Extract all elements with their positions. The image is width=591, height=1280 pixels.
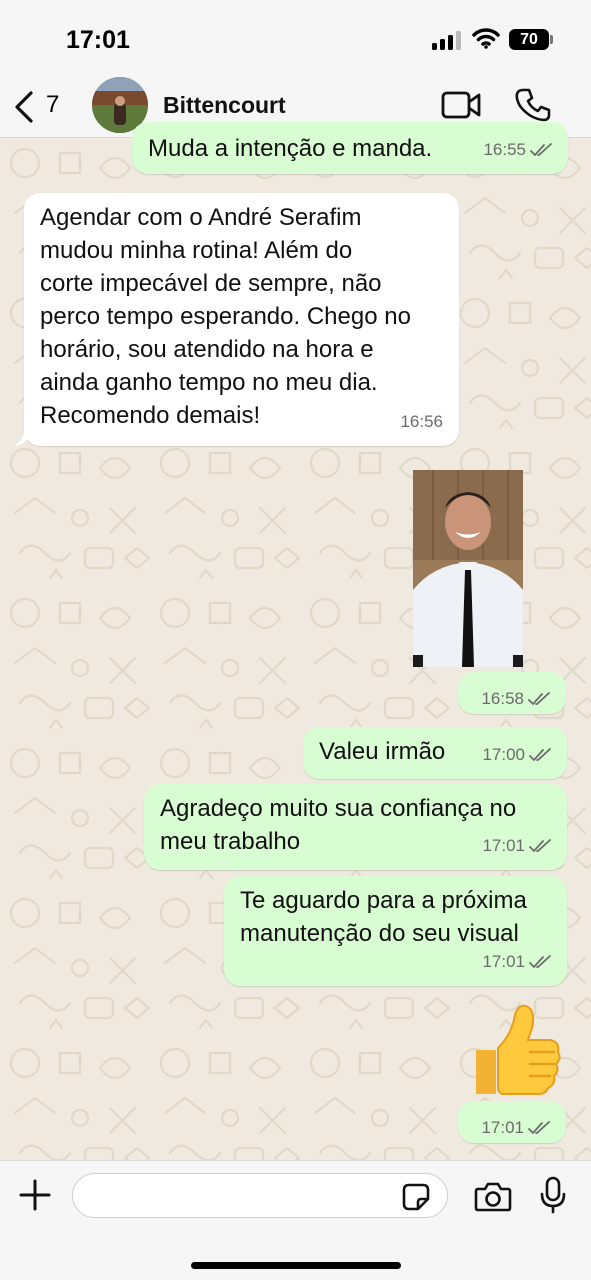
message-time: 16:56 xyxy=(400,412,443,431)
message-time: 17:01 xyxy=(482,952,525,971)
double-check-icon xyxy=(529,954,551,968)
message-line: Te aguardo para a próxima xyxy=(240,887,527,914)
message-line: ainda ganho tempo no meu dia. xyxy=(40,369,378,396)
plus-icon[interactable] xyxy=(18,1178,52,1212)
message-meta: 16:55 xyxy=(483,133,554,166)
message-text: Muda a intenção e manda. xyxy=(148,135,433,162)
status-bar: 17:01 70 xyxy=(0,0,591,75)
message-time: 16:58 xyxy=(481,689,524,708)
microphone-icon[interactable] xyxy=(540,1176,566,1214)
message-text: Valeu irmão xyxy=(319,738,446,765)
message-text: Agendar com o André Serafim mudou minha … xyxy=(40,201,411,432)
double-check-icon xyxy=(528,691,550,705)
phone-icon[interactable] xyxy=(515,87,551,123)
double-check-icon xyxy=(529,747,551,761)
wifi-icon xyxy=(472,28,500,49)
back-button[interactable]: 7 xyxy=(10,87,70,127)
message-bubble-outgoing[interactable]: Agradeço muito sua confiança no meu trab… xyxy=(144,784,567,870)
unread-count: 7 xyxy=(46,91,60,118)
message-line: Recomendo demais! xyxy=(40,402,261,429)
status-time: 17:01 xyxy=(66,26,130,54)
battery-indicator: 70 xyxy=(509,29,549,50)
message-time: 17:00 xyxy=(482,745,525,764)
double-check-icon xyxy=(530,142,552,156)
emoji-meta-bubble: 17:01 xyxy=(458,1101,566,1143)
message-text: Agradeço muito sua confiança no meu trab… xyxy=(160,792,516,858)
message-photo[interactable] xyxy=(413,470,523,667)
message-line: mudou minha rotina! Além do xyxy=(40,237,353,264)
message-input[interactable] xyxy=(72,1173,448,1218)
message-time: 17:01 xyxy=(481,1118,524,1137)
message-bubble-outgoing[interactable]: Muda a intenção e manda. 16:55 xyxy=(132,122,568,174)
cell-signal-icon xyxy=(432,31,461,50)
message-bubble-incoming[interactable]: Agendar com o André Serafim mudou minha … xyxy=(24,193,459,446)
video-call-icon[interactable] xyxy=(440,89,482,121)
message-line: Agradeço muito sua confiança no xyxy=(160,795,517,822)
message-meta: 17:01 xyxy=(482,829,553,862)
double-check-icon xyxy=(529,838,551,852)
message-line: perco tempo esperando. Chego no xyxy=(40,303,411,330)
photo-meta-bubble: 16:58 xyxy=(458,672,566,714)
thumbs-up-icon xyxy=(476,1004,561,1095)
emoji-message[interactable] xyxy=(468,1000,564,1098)
message-time: 16:55 xyxy=(483,140,526,159)
message-meta: 16:56 xyxy=(400,405,443,438)
message-bubble-outgoing[interactable]: Valeu irmão 17:00 xyxy=(303,727,567,779)
message-bubble-outgoing[interactable]: Te aguardo para a próxima manutenção do … xyxy=(224,876,567,986)
camera-icon[interactable] xyxy=(474,1180,512,1212)
double-check-icon xyxy=(528,1120,550,1134)
message-meta: 17:00 xyxy=(482,738,553,771)
contact-name[interactable]: Bittencourt xyxy=(163,92,286,119)
message-line: Agendar com o André Serafim xyxy=(40,204,362,231)
sticker-icon[interactable] xyxy=(401,1182,431,1212)
back-chevron-icon xyxy=(15,91,33,123)
message-meta: 17:01 xyxy=(481,1111,552,1144)
home-indicator xyxy=(191,1262,401,1269)
battery-cap xyxy=(550,35,553,44)
message-line: meu trabalho xyxy=(160,828,301,855)
message-text: Te aguardo para a próxima manutenção do … xyxy=(240,884,527,950)
bubble-tail xyxy=(14,426,34,446)
message-line: corte impecável de sempre, não xyxy=(40,270,382,297)
message-line: horário, sou atendido na hora e xyxy=(40,336,374,363)
message-meta: 16:58 xyxy=(481,682,552,715)
message-meta: 17:01 xyxy=(482,945,553,978)
message-time: 17:01 xyxy=(482,836,525,855)
